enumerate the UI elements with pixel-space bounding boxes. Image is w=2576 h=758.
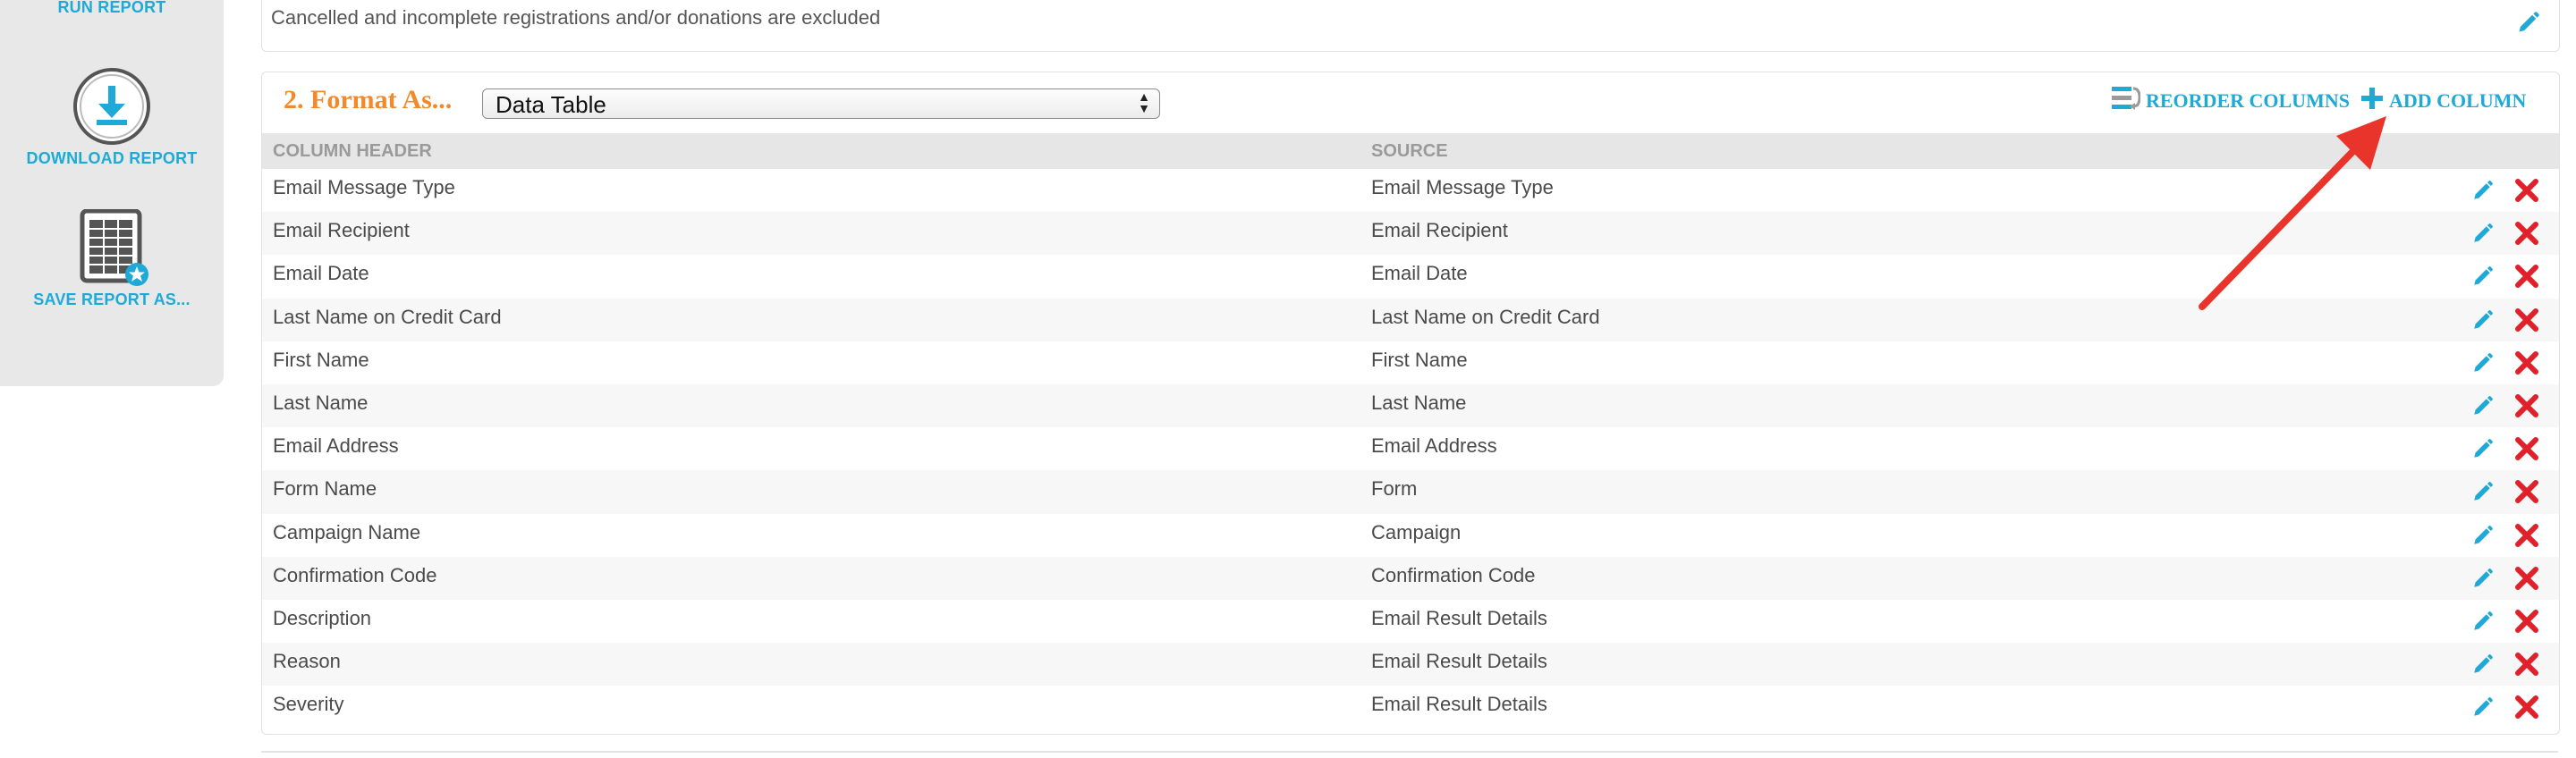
delete-column-icon[interactable]	[2514, 350, 2539, 381]
download-icon	[0, 66, 224, 151]
edit-column-icon[interactable]	[2471, 394, 2495, 423]
delete-column-icon[interactable]	[2514, 479, 2539, 510]
column-header-cell: Reason	[273, 650, 341, 673]
table-row: Email Date Email Date	[262, 255, 2559, 298]
download-report-label: DOWNLOAD REPORT	[26, 149, 198, 167]
delete-column-icon[interactable]	[2514, 221, 2539, 251]
run-report-button[interactable]: RUN REPORT	[0, 0, 224, 17]
column-header-cell: Form Name	[273, 477, 377, 501]
table-row: Last Name on Credit Card Last Name on Cre…	[262, 298, 2559, 341]
column-header-heading: COLUMN HEADER	[273, 141, 432, 161]
delete-column-icon[interactable]	[2514, 436, 2539, 467]
source-heading: SOURCE	[1371, 141, 1448, 161]
download-report-button[interactable]: DOWNLOAD REPORT	[0, 66, 224, 168]
edit-column-icon[interactable]	[2471, 222, 2495, 250]
edit-column-icon[interactable]	[2471, 308, 2495, 337]
format-select[interactable]: Data Table ▲ ▼	[482, 88, 1160, 119]
source-cell: Form	[1371, 477, 1418, 501]
table-row: Email Message Type Email Message Type	[262, 169, 2559, 212]
reorder-icon	[2110, 84, 2141, 118]
edit-column-icon[interactable]	[2471, 524, 2495, 552]
delete-column-icon[interactable]	[2514, 393, 2539, 424]
column-header-cell: Email Recipient	[273, 219, 410, 242]
edit-column-icon[interactable]	[2471, 653, 2495, 681]
column-header-cell: Email Message Type	[273, 176, 455, 198]
exclusion-note: Cancelled and incomplete registrations a…	[271, 6, 881, 29]
source-cell: Email Date	[1371, 262, 1468, 285]
save-report-as-button[interactable]: SAVE REPORT AS...	[0, 208, 224, 309]
columns-table-body: Email Message Type Email Message Type Emai…	[262, 169, 2559, 729]
column-header-cell: Description	[273, 606, 372, 629]
source-cell: Last Name	[1371, 391, 1467, 414]
table-row: Email Recipient Email Recipient	[262, 212, 2559, 256]
column-header-cell: Confirmation Code	[273, 563, 437, 586]
table-header-row: COLUMN HEADER SOURCE	[262, 133, 2559, 169]
column-header-cell: Severity	[273, 693, 344, 716]
source-cell: Email Message Type	[1371, 176, 1554, 198]
next-panel-edge	[261, 751, 2558, 753]
plus-icon	[2360, 87, 2384, 115]
run-report-label: RUN REPORT	[57, 0, 166, 16]
delete-column-icon[interactable]	[2514, 264, 2539, 294]
column-header-cell: Campaign Name	[273, 520, 421, 543]
delete-column-icon[interactable]	[2514, 609, 2539, 639]
spreadsheet-star-icon	[0, 208, 224, 292]
column-header-cell: Last Name	[273, 391, 369, 414]
edit-column-icon[interactable]	[2471, 567, 2495, 595]
edit-column-icon[interactable]	[2471, 610, 2495, 638]
delete-column-icon[interactable]	[2514, 652, 2539, 682]
format-panel-header: 2. Format As... Data Table ▲ ▼ REORDER CO…	[262, 72, 2559, 133]
source-cell: Email Address	[1371, 434, 1497, 458]
save-report-as-label: SAVE REPORT AS...	[33, 291, 191, 308]
reorder-columns-label: REORDER COLUMNS	[2146, 89, 2350, 112]
delete-column-icon[interactable]	[2514, 695, 2539, 725]
table-row: Description Email Result Details	[262, 600, 2559, 643]
edit-column-icon[interactable]	[2471, 480, 2495, 509]
table-row: Form Name Form	[262, 470, 2559, 514]
format-select-value: Data Table	[496, 91, 606, 118]
edit-column-icon[interactable]	[2471, 695, 2495, 724]
edit-filters-icon[interactable]	[2516, 10, 2541, 39]
edit-column-icon[interactable]	[2471, 351, 2495, 380]
source-cell: Campaign	[1371, 520, 1462, 543]
edit-column-icon[interactable]	[2471, 437, 2495, 466]
column-header-cell: Email Date	[273, 262, 369, 285]
table-row: Email Address Email Address	[262, 427, 2559, 470]
source-cell: Confirmation Code	[1371, 563, 1536, 586]
table-row: Severity Email Result Details	[262, 686, 2559, 729]
add-column-button[interactable]: ADD COLUMN	[2360, 85, 2526, 117]
edit-column-icon[interactable]	[2471, 179, 2495, 207]
select-arrows-icon: ▲ ▼	[1138, 89, 1150, 115]
format-step-title: 2. Format As...	[284, 85, 453, 114]
source-cell: Email Result Details	[1371, 606, 1547, 629]
format-panel: 2. Format As... Data Table ▲ ▼ REORDER CO…	[261, 72, 2560, 735]
column-header-cell: First Name	[273, 348, 369, 371]
source-cell: Last Name on Credit Card	[1371, 305, 1600, 328]
reorder-columns-button[interactable]: REORDER COLUMNS	[2110, 85, 2350, 117]
column-header-cell: Email Address	[273, 434, 399, 458]
source-cell: Email Result Details	[1371, 693, 1547, 716]
add-column-label: ADD COLUMN	[2389, 89, 2527, 112]
sidebar: RUN REPORT DOWNLOAD REPORT SAVE REPORT A…	[0, 0, 224, 386]
table-row: Campaign Name Campaign	[262, 514, 2559, 557]
filters-panel: Cancelled and incomplete registrations a…	[261, 0, 2560, 52]
delete-column-icon[interactable]	[2514, 523, 2539, 553]
table-row: Confirmation Code Confirmation Code	[262, 556, 2559, 600]
table-row: Reason Email Result Details	[262, 643, 2559, 686]
table-row: First Name First Name	[262, 341, 2559, 384]
delete-column-icon[interactable]	[2514, 566, 2539, 596]
source-cell: First Name	[1371, 348, 1468, 371]
source-cell: Email Recipient	[1371, 219, 1508, 242]
source-cell: Email Result Details	[1371, 650, 1547, 673]
delete-column-icon[interactable]	[2514, 307, 2539, 338]
delete-column-icon[interactable]	[2514, 178, 2539, 208]
edit-column-icon[interactable]	[2471, 265, 2495, 293]
table-row: Last Name Last Name	[262, 383, 2559, 428]
column-header-cell: Last Name on Credit Card	[273, 305, 502, 328]
